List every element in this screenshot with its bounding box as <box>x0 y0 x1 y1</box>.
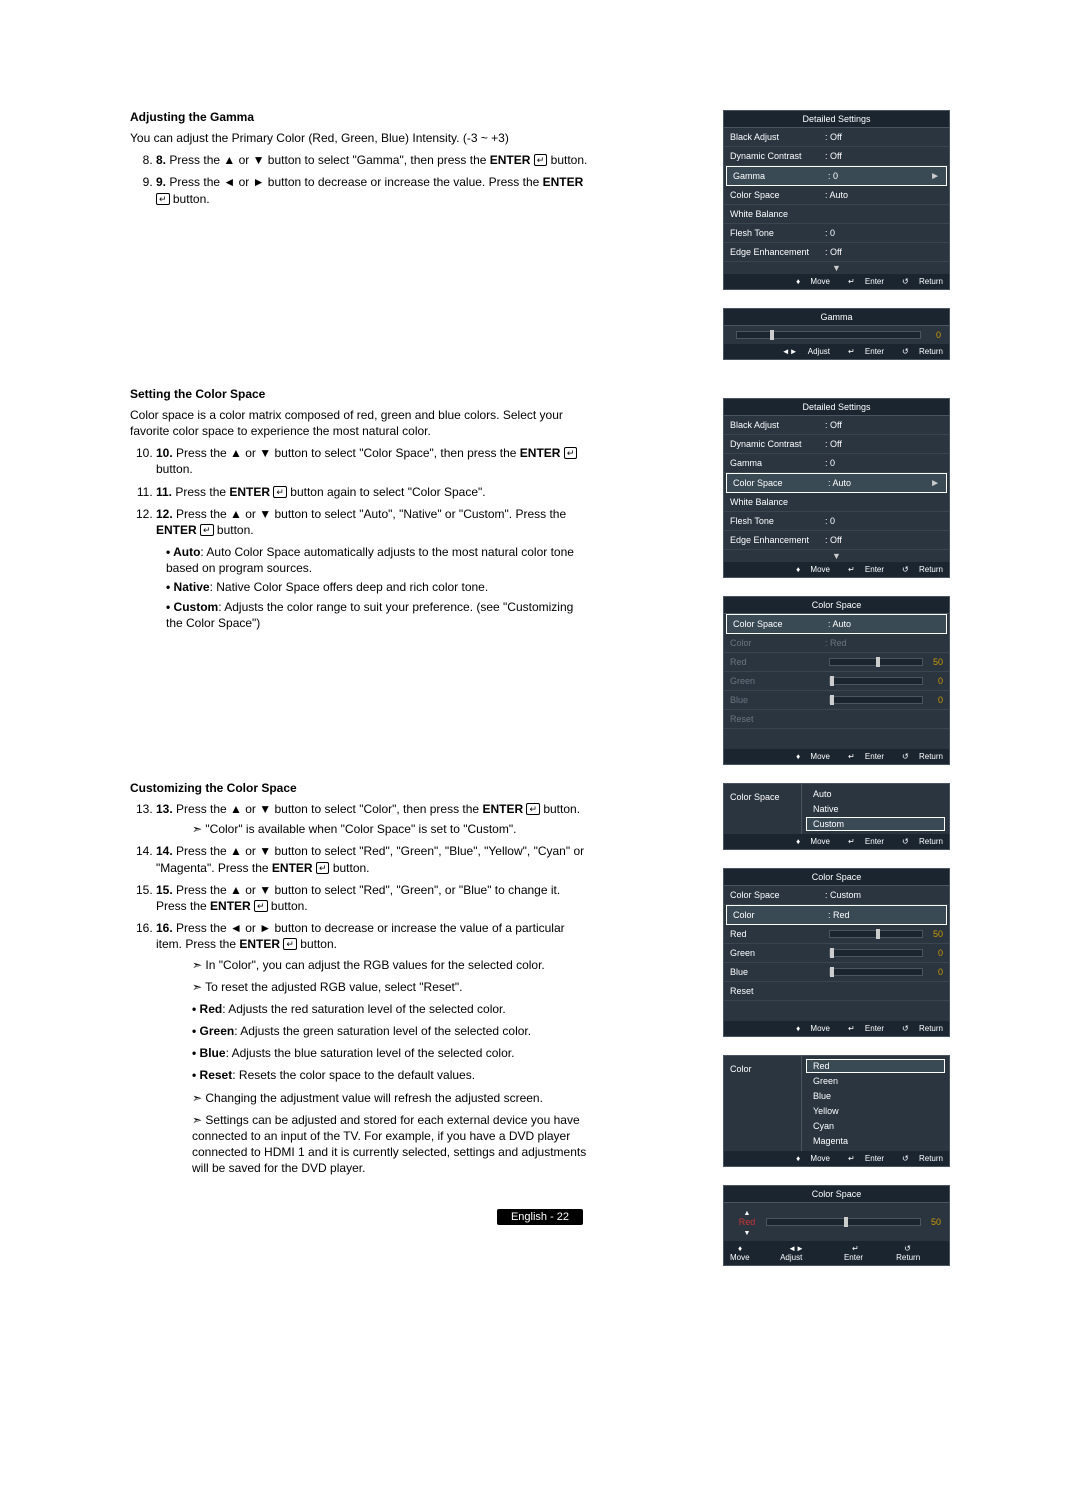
osd-colorspace-dropdown: Color Space Auto Native Custom ♦ Move↵ E… <box>723 783 950 850</box>
section-adjusting-gamma: Adjusting the Gamma You can adjust the P… <box>130 110 590 207</box>
scroll-down-icon: ▼ <box>724 262 949 274</box>
enter-icon: ↵ <box>564 447 578 459</box>
menu-item[interactable]: Edge Enhancement: Off <box>724 243 949 262</box>
red-adjust-slider[interactable]: ▲Red▼ 50 <box>724 1203 949 1241</box>
option-cyan[interactable]: Cyan <box>806 1119 945 1133</box>
heading-colorspace: Setting the Color Space <box>130 387 590 401</box>
menu-item[interactable]: Dynamic Contrast: Off <box>724 147 949 166</box>
menu-item[interactable]: White Balance <box>724 205 949 224</box>
menu-item[interactable]: White Balance <box>724 493 949 512</box>
option-custom-selected[interactable]: Custom <box>806 817 945 831</box>
osd-detailed-gamma: Detailed Settings Black Adjust: Off Dyna… <box>723 110 950 290</box>
heading-custom: Customizing the Color Space <box>130 781 590 795</box>
steps-colorspace: 10. Press the ▲ or ▼ button to select "C… <box>130 445 590 538</box>
gamma-slider[interactable]: 0 <box>724 326 949 344</box>
osd-detailed-colorspace: Detailed Settings Black Adjust: Off Dyna… <box>723 398 950 578</box>
enter-icon: ↵ <box>283 938 297 950</box>
menu-item-selected[interactable]: Color: Red <box>726 905 947 925</box>
colorspace-options: Auto: Auto Color Space automatically adj… <box>130 544 590 631</box>
menu-item[interactable]: Gamma: 0 <box>724 454 949 473</box>
steps-custom: 13. Press the ▲ or ▼ button to select "C… <box>130 801 590 1177</box>
osd-gamma-slider: Gamma 0 ◄► Adjust↵ Enter↺ Return <box>723 308 950 360</box>
enter-icon: ↵ <box>156 193 170 205</box>
section-custom-colorspace: Customizing the Color Space 13. Press th… <box>130 781 590 1177</box>
menu-item[interactable]: Black Adjust: Off <box>724 128 949 147</box>
option-auto[interactable]: Auto <box>806 787 945 801</box>
option-green[interactable]: Green <box>806 1074 945 1088</box>
slider-green[interactable]: Green0 <box>724 944 949 963</box>
menu-item[interactable]: Color Space: Custom <box>724 886 949 905</box>
enter-icon: ↵ <box>526 803 540 815</box>
menu-item-selected[interactable]: Color Space: Auto► <box>726 473 947 493</box>
slider-red[interactable]: Red50 <box>724 925 949 944</box>
menu-item: Color: Red <box>724 634 949 653</box>
option-magenta[interactable]: Magenta <box>806 1134 945 1148</box>
menu-item[interactable]: Dynamic Contrast: Off <box>724 435 949 454</box>
menu-item-selected[interactable]: Gamma: 0► <box>726 166 947 186</box>
menu-item[interactable]: Flesh Tone: 0 <box>724 224 949 243</box>
menu-item[interactable]: Flesh Tone: 0 <box>724 512 949 531</box>
intro-gamma: You can adjust the Primary Color (Red, G… <box>130 130 590 146</box>
enter-icon: ↵ <box>534 154 548 166</box>
menu-item[interactable]: Color Space: Auto <box>724 186 949 205</box>
slider-green: Green0 <box>724 672 949 691</box>
option-yellow[interactable]: Yellow <box>806 1104 945 1118</box>
steps-gamma: 8. Press the ▲ or ▼ button to select "Ga… <box>130 152 590 207</box>
osd-colorspace-custom: Color Space Color Space: Custom Color: R… <box>723 868 950 1037</box>
menu-item: Reset <box>724 710 949 729</box>
osd-red-slider: Color Space ▲Red▼ 50 ♦ Move◄► Adjust↵ En… <box>723 1185 950 1266</box>
option-native[interactable]: Native <box>806 802 945 816</box>
scroll-down-icon: ▼ <box>724 550 949 562</box>
slider-red: Red50 <box>724 653 949 672</box>
menu-item-selected[interactable]: Color Space: Auto <box>726 614 947 634</box>
slider-blue: Blue0 <box>724 691 949 710</box>
option-red-selected[interactable]: Red <box>806 1059 945 1073</box>
intro-colorspace: Color space is a color matrix composed o… <box>130 407 590 439</box>
menu-item-reset[interactable]: Reset <box>724 982 949 1001</box>
menu-item[interactable]: Edge Enhancement: Off <box>724 531 949 550</box>
option-blue[interactable]: Blue <box>806 1089 945 1103</box>
osd-color-dropdown: Color Red Green Blue Yellow Cyan Magenta… <box>723 1055 950 1167</box>
enter-icon: ↵ <box>254 900 268 912</box>
chevron-right-icon: ► <box>930 171 940 182</box>
menu-item[interactable]: Black Adjust: Off <box>724 416 949 435</box>
enter-icon: ↵ <box>316 862 330 874</box>
chevron-right-icon: ► <box>930 478 940 489</box>
enter-icon: ↵ <box>200 524 214 536</box>
enter-icon: ↵ <box>273 486 287 498</box>
section-setting-colorspace: Setting the Color Space Color space is a… <box>130 387 590 631</box>
osd-colorspace-auto: Color Space Color Space: Auto Color: Red… <box>723 596 950 765</box>
heading-gamma: Adjusting the Gamma <box>130 110 590 124</box>
slider-blue[interactable]: Blue0 <box>724 963 949 982</box>
